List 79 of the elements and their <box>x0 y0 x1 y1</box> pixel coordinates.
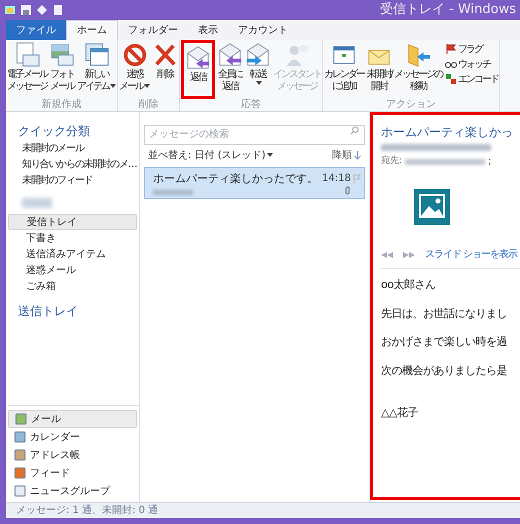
group-label: 応答 <box>240 99 262 111</box>
module-icon <box>14 467 26 479</box>
caret-icon <box>266 153 273 158</box>
folder-item[interactable]: 迷惑メール <box>8 262 137 278</box>
folder-item[interactable]: 送信済みアイテム <box>8 246 137 262</box>
module-item[interactable]: アドレス帳 <box>8 446 137 464</box>
image-placeholder-icon <box>414 189 450 225</box>
encoding-icon <box>445 73 457 85</box>
ribbon-button[interactable]: 返信 <box>181 40 215 99</box>
caret-icon <box>256 81 262 85</box>
ribbon-tab[interactable]: 表示 <box>188 20 228 40</box>
ribbon-button[interactable]: メッセージの 移動 <box>394 40 442 99</box>
ribbon-button[interactable]: 転送 <box>245 40 271 99</box>
body-text: 次の機会がありましたら是 <box>381 362 507 378</box>
folder-item[interactable]: 受信トレイ <box>8 214 137 230</box>
nav-item[interactable]: 未開封のメール <box>22 140 84 156</box>
ribbon-button[interactable]: 迷惑 メール <box>119 40 150 99</box>
group-label: アクション <box>385 99 437 111</box>
nav-item[interactable]: 知り合いからの未開封のメ… <box>22 156 136 172</box>
body-text: oo太郎さん <box>381 277 436 293</box>
module-item[interactable]: カレンダー <box>8 428 137 446</box>
module-item[interactable]: メール <box>8 410 137 428</box>
body-text: おかげさまで楽しい時を過 <box>381 334 507 350</box>
message-time: 14:18 <box>322 172 351 186</box>
to-label: 宛先: <box>381 154 402 168</box>
small-ribbon-button[interactable]: エンコード <box>445 72 498 86</box>
previous-icon[interactable] <box>381 252 393 258</box>
ribbon-tab[interactable]: アカウント <box>228 20 298 40</box>
ribbon-button[interactable]: 全員に 返信 <box>217 40 243 99</box>
sort-dropdown[interactable]: 並べ替え: 日付 (スレッド) <box>148 148 273 163</box>
ribbon-button[interactable]: 新しい アイテム <box>77 40 116 99</box>
module-item[interactable]: ニュースグループ <box>8 482 137 500</box>
flag-icon <box>445 43 457 55</box>
ribbon-tab[interactable]: フォルダー <box>118 20 188 40</box>
search-icon <box>350 126 359 135</box>
message-item[interactable]: ホームパーティ楽しかったです。 14:18 <box>144 166 365 198</box>
block-icon <box>122 41 148 69</box>
app-icon <box>4 4 16 16</box>
ribbon-button[interactable]: 未開封/ 開封 <box>366 40 392 99</box>
slideshow-link[interactable]: スライド ショーを表示 <box>425 247 518 262</box>
section-heading: 送信トレイ <box>17 303 79 320</box>
caret-icon <box>144 84 150 88</box>
module-icon <box>14 431 26 443</box>
ribbon-button[interactable]: カレンダー に追加 <box>324 40 364 99</box>
next-icon[interactable] <box>403 252 415 258</box>
body-text: 先日は、お世話になりまし <box>381 306 507 322</box>
down-arrow-icon <box>354 151 361 160</box>
module-icon <box>14 485 26 497</box>
sort-order-button[interactable]: 降順 <box>332 148 361 163</box>
window-title: 受信トレイ - Windows <box>380 1 516 20</box>
ribbon-button[interactable]: 電子メール メッセージ <box>7 40 47 99</box>
document-icon[interactable] <box>52 4 64 16</box>
small-ribbon-button[interactable]: ウォッチ <box>445 57 498 71</box>
message-title: ホームパーティ楽しかっ <box>381 124 513 141</box>
to-suffix: ; <box>488 155 492 169</box>
save-icon[interactable] <box>20 4 32 16</box>
search-field[interactable]: メッセージの検索 <box>144 124 365 144</box>
ribbon-tab[interactable]: ホーム <box>66 20 118 40</box>
status-text: メッセージ: 1 通、未開封: 0 通 <box>16 504 158 518</box>
send-receive-icon[interactable] <box>36 4 48 16</box>
module-icon <box>15 413 27 425</box>
section-heading: クイック分類 <box>17 123 91 140</box>
folder-item[interactable]: 下書き <box>8 230 137 246</box>
file-tab[interactable]: ファイル <box>6 20 66 40</box>
folder-item[interactable]: ごみ箱 <box>8 278 137 294</box>
module-item[interactable]: フィード <box>8 464 137 482</box>
group-label: 新規作成 <box>40 99 82 111</box>
small-ribbon-button[interactable]: フラグ <box>445 42 498 56</box>
paperclip-icon <box>344 186 351 194</box>
ribbon-button[interactable]: フォト メール <box>49 40 75 99</box>
message-subject: ホームパーティ楽しかったです。 <box>153 170 318 186</box>
module-icon <box>14 449 26 461</box>
nav-item[interactable]: 未開封のフィード <box>22 172 92 188</box>
caret-icon <box>110 84 116 88</box>
group-label: 削除 <box>138 99 160 111</box>
ribbon-button[interactable]: 削除 <box>152 40 178 99</box>
body-text: △△花子 <box>381 405 418 421</box>
sender-name <box>153 190 193 194</box>
account-heading <box>22 198 52 208</box>
